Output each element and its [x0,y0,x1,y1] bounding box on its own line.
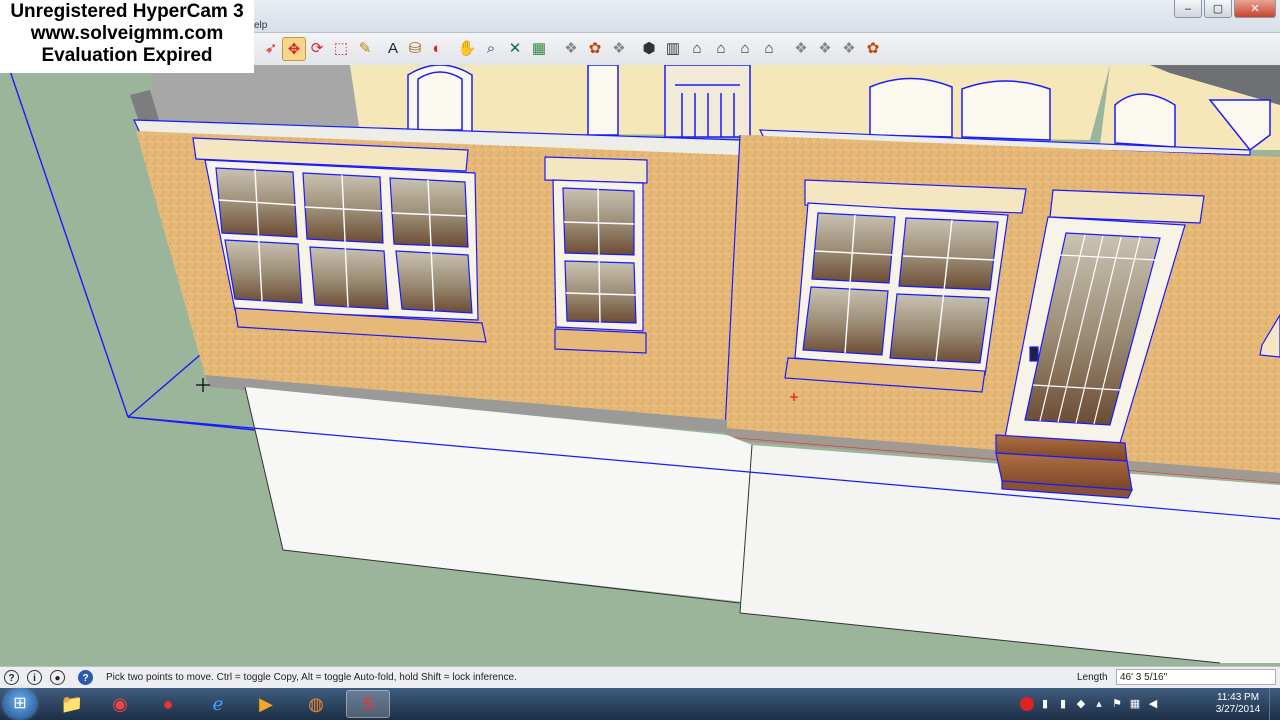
lasso-select-icon[interactable]: ➶ [260,37,282,59]
recorder-task[interactable]: ● [146,690,190,718]
help-icon[interactable]: ? [78,670,93,685]
user-icon[interactable]: ● [50,670,65,685]
help-menu[interactable]: elp [254,20,267,31]
move-icon[interactable]: ✥ [282,37,306,61]
watermark-line-1: Unregistered HyperCam 3 [10,1,244,22]
status-instruction: Pick two points to move. Ctrl = toggle C… [106,672,517,683]
clock-date: 3/27/2014 [1215,704,1261,715]
chrome-task[interactable]: ◉ [98,690,142,718]
main-toolbar: ➶ ✥ ⟳ ⬚ ✎ A ⛁ ◐ ✋ ⌕ ✕ ▦ ❖ ✿ ❖ ⬢ ▥ ⌂ ⌂ ⌂ ⌂ ❖ ❖ ❖ ✿ [254,33,1280,66]
tray-icon[interactable]: ◆ [1074,697,1088,711]
clock-time: 11:43 PM [1216,692,1260,703]
paint-bucket-icon[interactable]: ⛁ [404,37,426,59]
top-view-icon[interactable]: ▥ [662,37,684,59]
chevron-up-icon[interactable]: ▴ [1092,697,1106,711]
building-model[interactable] [0,65,1280,666]
tray-icon[interactable]: ▮ [1056,697,1070,711]
show-desktop-button[interactable] [1269,688,1280,720]
model-icon-1[interactable]: ❖ [560,37,582,59]
firefox-task[interactable]: ◍ [294,690,338,718]
components-icon[interactable]: ✿ [584,37,606,59]
flag-icon[interactable]: ⚑ [1110,697,1124,711]
warehouse-icon[interactable]: ❖ [790,37,812,59]
recording-icon[interactable] [1020,697,1034,711]
zoom-extents-icon[interactable]: ✕ [504,37,526,59]
orbit-icon[interactable]: ◐ [426,37,448,59]
sketchup-task[interactable]: S [346,690,390,718]
back-view-icon[interactable]: ⌂ [734,37,756,59]
taskbar: ⊞ ▮ ▮ ◆ ▴ ⚑ ▦ ◀ 11:43 PM 3/27/2014 📁 ◉ ● ℯ ▶… [0,688,1280,720]
pan-icon[interactable]: ✋ [456,37,478,59]
scale-icon[interactable]: ⬚ [330,37,352,59]
iso-view-icon[interactable]: ⬢ [638,37,660,59]
recorder-watermark: Unregistered HyperCam 3 www.solveigmm.co… [0,0,254,73]
tape-measure-icon[interactable]: ✎ [354,37,376,59]
share-component-icon[interactable]: ❖ [838,37,860,59]
explorer-task[interactable]: 📁 [50,690,94,718]
close-button[interactable]: ✕ [1234,0,1276,18]
credits-icon[interactable]: i [27,670,42,685]
measurement-box[interactable]: 46' 3 5/16" [1116,669,1276,685]
rotate-icon[interactable]: ⟳ [306,37,328,59]
single-window [544,156,648,354]
watermark-line-3: Evaluation Expired [41,45,213,66]
zoom-icon[interactable]: ⌕ [480,37,502,59]
tray-icon[interactable]: ▮ [1038,697,1052,711]
model-viewport[interactable] [0,65,1280,666]
left-view-icon[interactable]: ⌂ [758,37,780,59]
start-button[interactable]: ⊞ [4,689,36,719]
windows-logo-icon: ⊞ [13,695,27,712]
geo-location-icon[interactable]: ? [4,670,19,685]
status-bar: ? i ● ? Pick two points to move. Ctrl = … [0,666,1280,689]
maximize-button[interactable]: ▢ [1204,0,1232,18]
measurement-label: Length [1077,672,1108,683]
minimize-button[interactable]: – [1174,0,1202,18]
model-icon-2[interactable]: ❖ [608,37,630,59]
watermark-line-2: www.solveigmm.com [30,23,224,44]
text-label-icon[interactable]: A [382,37,404,59]
front-view-icon[interactable]: ⌂ [686,37,708,59]
extension-icon[interactable]: ✿ [862,37,884,59]
media-player-task[interactable]: ▶ [244,690,288,718]
ie-task[interactable]: ℯ [196,690,240,718]
window-controls: – ▢ ✕ [1174,0,1276,18]
right-view-icon[interactable]: ⌂ [710,37,732,59]
map-icon[interactable]: ▦ [528,37,550,59]
clock[interactable]: 11:43 PM 3/27/2014 [1206,692,1270,716]
share-model-icon[interactable]: ❖ [814,37,836,59]
volume-icon[interactable]: ◀ [1146,697,1160,711]
network-icon[interactable]: ▦ [1128,697,1142,711]
triple-window [192,137,487,343]
system-tray: ▮ ▮ ◆ ▴ ⚑ ▦ ◀ [1020,690,1160,718]
